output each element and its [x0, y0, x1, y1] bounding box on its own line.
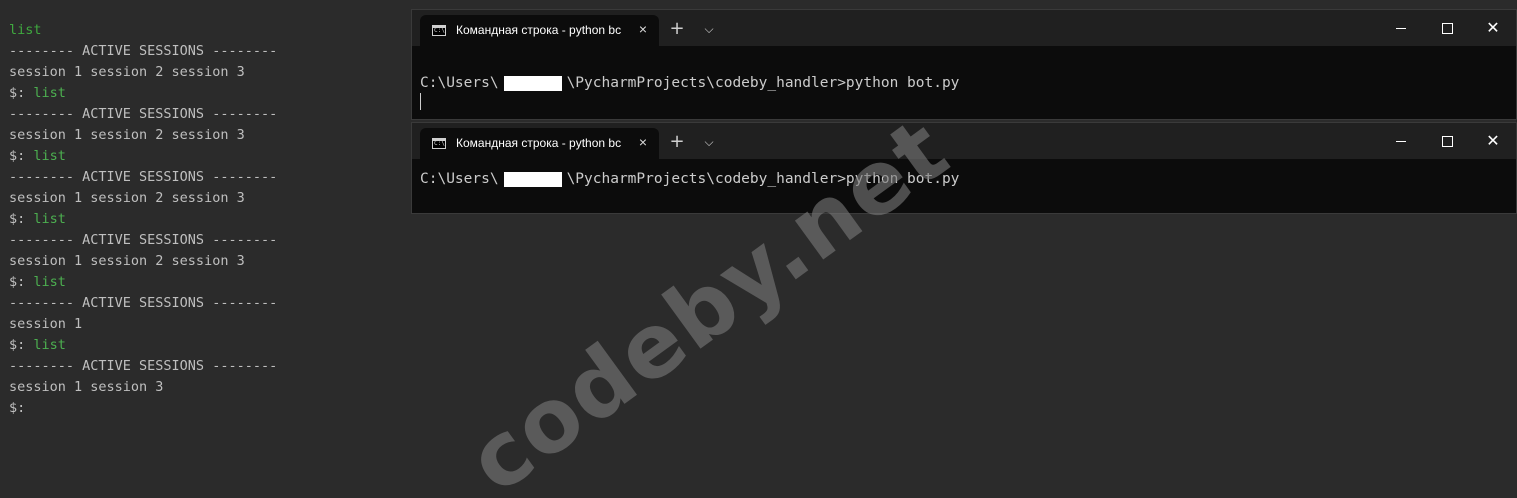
console-line: session 1 [9, 314, 399, 335]
console-line: -------- ACTIVE SESSIONS -------- [9, 41, 399, 62]
terminal-window-1[interactable]: Командная строка - python bc × + ⌵ ✕ C:\… [411, 9, 1517, 120]
command-line: C:\Users\ \PycharmProjects\codeby_handler… [420, 171, 959, 187]
output-text: -------- ACTIVE SESSIONS -------- [9, 358, 278, 374]
output-text: -------- ACTIVE SESSIONS -------- [9, 106, 278, 122]
text-cursor [420, 93, 421, 110]
redacted-username [503, 76, 562, 91]
terminal-window-2[interactable]: Командная строка - python bc × + ⌵ ✕ C:\… [411, 122, 1517, 214]
command-line: C:\Users\ \PycharmProjects\codeby_handler… [420, 75, 959, 91]
minimize-button[interactable] [1378, 10, 1424, 46]
cmd-icon [432, 138, 446, 149]
console-line: session 1 session 3 [9, 377, 399, 398]
maximize-icon [1441, 136, 1453, 147]
output-text: session 1 session 2 session 3 [9, 190, 245, 206]
output-text: session 1 session 2 session 3 [9, 127, 245, 143]
path-prefix: C:\Users\ [420, 75, 499, 91]
console-line: -------- ACTIVE SESSIONS -------- [9, 104, 399, 125]
console-line: -------- ACTIVE SESSIONS -------- [9, 167, 399, 188]
prompt-symbol: $: [9, 274, 34, 290]
command-text: list [33, 274, 66, 290]
output-text: -------- ACTIVE SESSIONS -------- [9, 169, 278, 185]
console-line: session 1 session 2 session 3 [9, 188, 399, 209]
console-line: -------- ACTIVE SESSIONS -------- [9, 293, 399, 314]
output-text: -------- ACTIVE SESSIONS -------- [9, 232, 278, 248]
console-output: list -------- ACTIVE SESSIONS -------- ses… [9, 20, 399, 419]
console-line: session 1 session 2 session 3 [9, 62, 399, 83]
chevron-down-icon[interactable]: ⌵ [698, 131, 720, 153]
terminal-titlebar[interactable]: Командная строка - python bc × + ⌵ ✕ [412, 10, 1516, 46]
command-text: list [9, 22, 42, 38]
console-line: $: list [9, 272, 399, 293]
console-line: $: list [9, 335, 399, 356]
prompt-symbol: $: [9, 400, 26, 416]
output-text: session 1 session 2 session 3 [9, 253, 245, 269]
prompt-symbol: $: [9, 148, 34, 164]
prompt-symbol: $: [9, 211, 34, 227]
terminal-output[interactable]: C:\Users\ \PycharmProjects\codeby_handler… [412, 159, 1516, 189]
output-text: session 1 session 2 session 3 [9, 64, 245, 80]
tab-title: Командная строка - python bc [456, 23, 622, 37]
console-line: list [9, 20, 399, 41]
command-text: list [33, 148, 66, 164]
path-suffix: \PycharmProjects\codeby_handler>python b… [566, 171, 960, 187]
new-tab-icon[interactable]: + [666, 131, 688, 153]
console-line: $: list [9, 146, 399, 167]
prompt-symbol: $: [9, 85, 34, 101]
console-line: -------- ACTIVE SESSIONS -------- [9, 230, 399, 251]
console-line: session 1 session 2 session 3 [9, 125, 399, 146]
output-text: session 1 [9, 316, 83, 332]
minimize-icon [1396, 141, 1406, 142]
new-tab-icon[interactable]: + [666, 18, 688, 40]
chevron-down-icon[interactable]: ⌵ [698, 18, 720, 40]
tab-close-icon[interactable]: × [635, 20, 651, 38]
output-text: -------- ACTIVE SESSIONS -------- [9, 295, 278, 311]
tab-close-icon[interactable]: × [635, 133, 651, 151]
output-text: -------- ACTIVE SESSIONS -------- [9, 43, 278, 59]
terminal-titlebar[interactable]: Командная строка - python bc × + ⌵ ✕ [412, 123, 1516, 159]
close-window-button[interactable]: ✕ [1470, 10, 1516, 46]
minimize-icon [1396, 28, 1406, 29]
maximize-button[interactable] [1424, 123, 1470, 159]
redacted-username [503, 172, 562, 187]
console-line: $: list [9, 83, 399, 104]
cmd-icon [432, 25, 446, 36]
path-suffix: \PycharmProjects\codeby_handler>python b… [566, 75, 960, 91]
minimize-button[interactable] [1378, 123, 1424, 159]
close-window-button[interactable]: ✕ [1470, 123, 1516, 159]
terminal-output[interactable]: C:\Users\ \PycharmProjects\codeby_handler… [412, 46, 1516, 113]
console-line: -------- ACTIVE SESSIONS -------- [9, 356, 399, 377]
maximize-icon [1441, 23, 1453, 34]
console-line: $: list [9, 209, 399, 230]
terminal-tab[interactable]: Командная строка - python bc × [420, 15, 659, 46]
output-text: session 1 session 3 [9, 379, 164, 395]
command-text: list [33, 211, 66, 227]
maximize-button[interactable] [1424, 10, 1470, 46]
terminal-tab[interactable]: Командная строка - python bc × [420, 128, 659, 159]
prompt-symbol: $: [9, 337, 34, 353]
command-text: list [33, 337, 66, 353]
path-prefix: C:\Users\ [420, 171, 499, 187]
command-text: list [33, 85, 66, 101]
console-line: session 1 session 2 session 3 [9, 251, 399, 272]
tab-title: Командная строка - python bc [456, 136, 622, 150]
console-line: $: [9, 398, 399, 419]
